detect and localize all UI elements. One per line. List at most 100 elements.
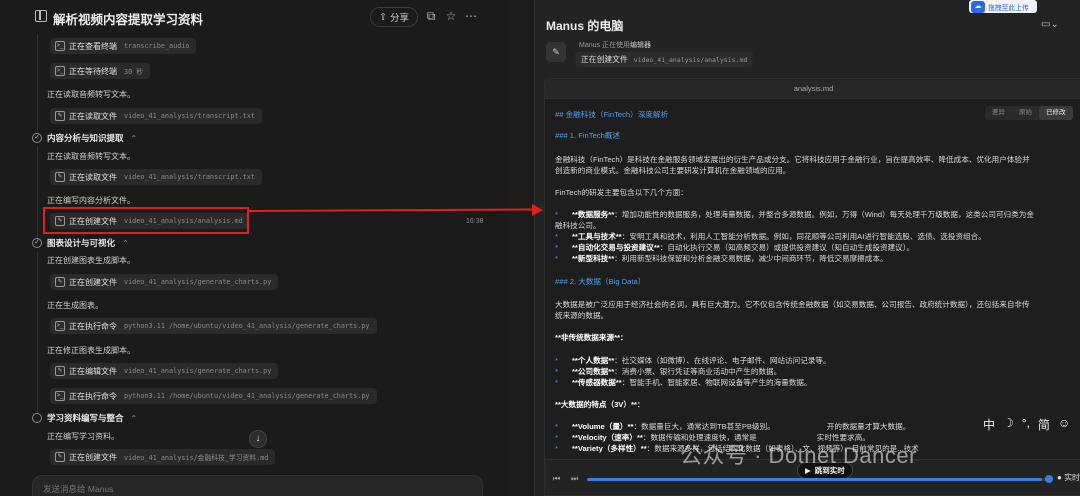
step-label: 正在查看终端 — [69, 41, 117, 51]
step-arg: video_41_analysis/generate_charts.py — [124, 367, 272, 375]
md-bold: **数据服务** — [571, 210, 615, 219]
progress-thumb[interactable] — [1045, 475, 1053, 483]
bullet-marker: * — [555, 232, 558, 241]
step-text: 正在创建图表生成脚本。 — [47, 256, 135, 265]
step-item[interactable]: ✎ 正在创建文件 video_41_analysis/金融科技_学习资料.md — [50, 449, 276, 465]
pending-circle-icon — [32, 413, 42, 423]
star-icon[interactable]: ☆ — [444, 9, 458, 23]
step-label: 正在等待终端 — [69, 66, 117, 76]
section-header[interactable]: ✓ 图表设计与可视化 ⌃ — [32, 237, 129, 249]
step-label: 正在读取文件 — [69, 172, 117, 182]
upload-badge-label: 拖拽至此上传 — [988, 4, 1029, 12]
view-mode-original[interactable]: 原始 — [1012, 106, 1039, 120]
step-timestamp: 16:38 — [466, 218, 484, 225]
edit-file-icon: ✎ — [55, 452, 65, 462]
md-paragraph: 统来源的数据。 — [555, 311, 609, 320]
view-mode-diff[interactable]: 差异 — [985, 106, 1012, 120]
md-bullet: * **Volume（量）**：数据量巨大，通常达到TB甚至PB级别。 开的数据量才… — [555, 421, 910, 433]
md-paragraph: 金融科技（FinTech）是科技在金融服务领域发展出的衍生产品或分支。它将科技应… — [555, 155, 1030, 164]
copy-icon[interactable]: ⧉ — [424, 9, 438, 23]
share-button[interactable]: ⇪ 分享 — [370, 7, 418, 27]
step-item[interactable]: ✎ 正在读取文件 video_41_analysis/transcript.tx… — [50, 108, 262, 124]
step-item[interactable]: >_ 正在等待终端 30 秒 — [50, 63, 151, 79]
md-text: ：社交媒体（如微博）、在线评论、电子邮件、网站访问记录等。 — [614, 356, 831, 365]
md-paragraph: **大数据的特点（3V）**： — [555, 400, 645, 409]
step-item[interactable]: >_ 正在查看终端 transcribe_audio — [50, 38, 197, 54]
sidebar-toggle-icon[interactable] — [35, 10, 47, 22]
md-text: 开的数据量才算大数据。 — [826, 422, 911, 431]
section-header[interactable]: 学习资料编写与整合 ⌃ — [32, 412, 137, 424]
chat-header: 解析视频内容提取学习资料 ⇪ 分享 ⧉ ☆ ⋯ — [0, 0, 508, 34]
step-arg: python3.11 /home/ubuntu/video_41_analysi… — [124, 322, 370, 330]
step-arg: video_41_analysis/transcript.txt — [124, 112, 255, 120]
bullet-marker: * — [555, 433, 558, 442]
computer-panel-title: Manus 的电脑 — [546, 19, 624, 33]
upload-badge[interactable]: ☁ 拖拽至此上传 — [969, 0, 1037, 13]
md-bold: **新型科技** — [571, 254, 615, 263]
message-input[interactable] — [43, 484, 463, 494]
md-text: ：智能手机、智能家居、物联网设备等产生的海量数据。 — [621, 378, 812, 387]
section-title: 内容分析与知识提取 — [47, 133, 124, 143]
section-title: 学习资料编写与整合 — [47, 413, 124, 423]
bullet-marker: * — [555, 378, 558, 387]
md-paragraph: 融科技公司。 — [555, 221, 601, 230]
md-bold: **传感器数据** — [571, 378, 622, 387]
step-text: 正在修正图表生成脚本。 — [47, 346, 135, 355]
monitor-icon[interactable]: ▭⌄ — [1041, 19, 1059, 30]
edit-file-icon: ✎ — [55, 277, 65, 287]
bullet-marker: * — [555, 367, 558, 376]
md-paragraph: 大数据是被广泛应用于经济社会的名词，具有巨大潜力。它不仅包含传统金融数据（如交易… — [555, 300, 1030, 309]
md-bold: **自动化交易与投资建议** — [571, 243, 660, 252]
ime-mode-chinese[interactable]: 中 — [983, 416, 995, 434]
md-bullet: * **新型科技**：利用新型科技保留和分析金融交易数据，减少中间商环节，降低交易… — [555, 253, 888, 265]
tool-status-prefix: Manus 正在使用 — [579, 42, 630, 49]
skip-back-icon[interactable]: ⏮ — [553, 474, 560, 484]
annotation-highlight-box — [43, 207, 249, 234]
chat-panel: 解析视频内容提取学习资料 ⇪ 分享 ⧉ ☆ ⋯ >_ 正在查看终端 transc… — [0, 0, 508, 496]
step-item[interactable]: >_ 正在执行命令 python3.11 /home/ubuntu/video_… — [50, 318, 377, 334]
task-timeline: >_ 正在查看终端 transcribe_audio >_ 正在等待终端 30 … — [0, 34, 508, 465]
timeline-line — [37, 252, 38, 414]
step-item[interactable]: ✎ 正在读取文件 video_41_analysis/transcript.tx… — [50, 169, 262, 185]
md-paragraph: 创造新的商业模式。金融科技公司主要研发计算机在金融领域的应用。 — [555, 166, 791, 175]
step-arg: video_41_analysis/transcript.txt — [124, 173, 255, 181]
skip-forward-icon[interactable]: ⏭ — [571, 474, 578, 484]
watermark: 公众号 · Dotnet Dancer — [680, 443, 917, 468]
md-bullet: * **个人数据**：社交媒体（如微博）、在线评论、电子邮件、网站访问记录等。 — [555, 355, 831, 367]
progress-track[interactable] — [587, 478, 1047, 481]
view-mode-toggle: 差异 原始 已修改 — [985, 106, 1073, 120]
section-header[interactable]: ✓ 内容分析与知识提取 ⌃ — [32, 132, 137, 144]
progress-fill — [587, 478, 1043, 481]
step-item[interactable]: ✎ 正在创建文件 video_41_analysis/generate_char… — [50, 274, 279, 290]
tool-status-name: 编辑器 — [629, 42, 651, 49]
bullet-marker: * — [555, 254, 558, 263]
step-arg: video_41_analysis/金融科技_学习资料.md — [124, 454, 269, 462]
view-mode-modified[interactable]: 已修改 — [1039, 106, 1073, 120]
file-tab[interactable]: analysis.md — [545, 79, 1080, 99]
punctuation-icon[interactable]: °, — [1022, 416, 1030, 434]
chevron-up-icon: ⌃ — [122, 238, 129, 248]
md-bold: **工具与技术** — [571, 232, 622, 241]
step-item[interactable]: ✎ 正在编辑文件 video_41_analysis/generate_char… — [50, 363, 279, 379]
step-arg: 30 秒 — [124, 68, 144, 76]
ime-simplified[interactable]: 简 — [1038, 416, 1050, 434]
md-bullet: * **传感器数据**：智能手机、智能家居、物联网设备等产生的海量数据。 — [555, 377, 812, 389]
bullet-marker: * — [555, 422, 558, 431]
moon-icon[interactable]: ☽ — [1003, 416, 1014, 434]
terminal-icon: >_ — [55, 321, 65, 331]
step-item[interactable]: >_ 正在执行命令 python3.11 /home/ubuntu/video_… — [50, 388, 377, 404]
md-paragraph: **非传统数据来源**： — [555, 333, 628, 342]
chevron-up-icon: ⌃ — [130, 413, 138, 423]
tool-status: Manus 正在使用编辑器 — [579, 40, 651, 50]
md-text: ：增加功能性的数据服务，处理海量数据，并整合多源数据。例如，万得（Wind）每天… — [614, 210, 1034, 219]
scroll-down-button[interactable]: ↓ — [249, 430, 267, 448]
md-heading: ### 2. 大数据（Big Data） — [555, 277, 646, 286]
step-label: 正在读取文件 — [69, 111, 117, 121]
emoji-icon[interactable]: ☺ — [1058, 416, 1070, 434]
bullet-marker: * — [555, 356, 558, 365]
chevron-up-icon: ⌃ — [130, 133, 138, 143]
md-text: ：消费小票、银行凭证等商业活动中产生的数据。 — [614, 367, 782, 376]
more-icon[interactable]: ⋯ — [464, 9, 478, 23]
action-arg: video_41_analysis/analysis.md — [633, 55, 748, 64]
message-input-box[interactable] — [32, 475, 483, 496]
